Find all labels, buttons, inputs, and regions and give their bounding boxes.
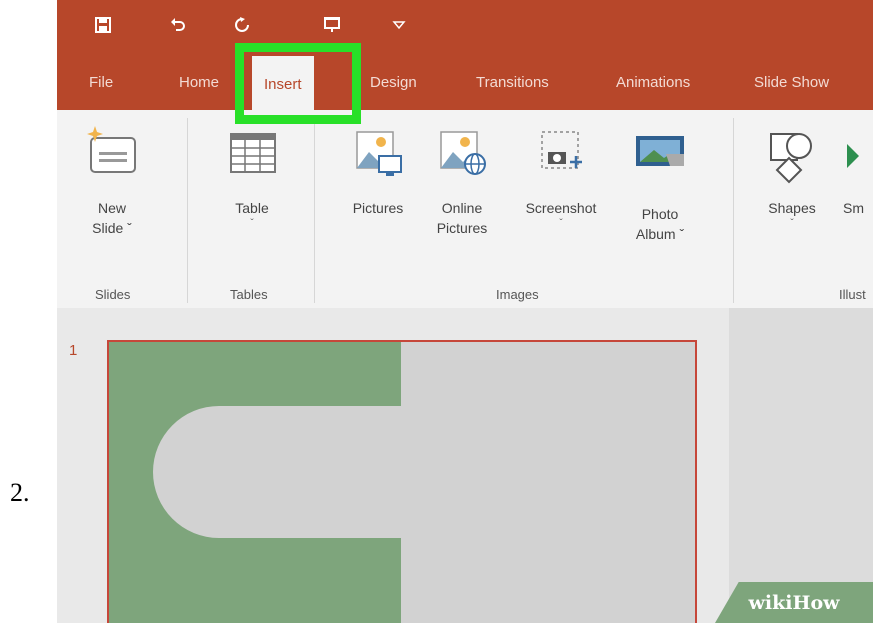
- tab-design[interactable]: Design: [370, 74, 417, 91]
- group-separator: [187, 118, 188, 303]
- group-label-tables: Tables: [230, 287, 268, 302]
- photo-album-icon: [636, 136, 684, 166]
- screenshot-caret: ˇ: [559, 218, 563, 229]
- screenshot-icon: [541, 131, 582, 169]
- slide-thumbnail-graphic: [109, 342, 695, 623]
- smartart-icon: [847, 144, 859, 168]
- tab-home[interactable]: Home: [179, 74, 219, 91]
- shapes-icon: [770, 133, 812, 184]
- screenshot-label: Screenshot: [525, 200, 597, 216]
- pictures-icon: [356, 131, 402, 176]
- photo-album-label-2: Album ˇ: [635, 226, 685, 242]
- pictures-label: Pictures: [352, 200, 404, 216]
- online-pictures-label-2: Pictures: [436, 220, 488, 236]
- insert-ribbon: New Slide ˇ Slides Table ˇ Tables Pictur…: [57, 110, 873, 309]
- table-caret: ˇ: [250, 218, 254, 229]
- undo-icon[interactable]: [165, 12, 191, 38]
- slide-number: 1: [69, 342, 78, 359]
- slides-pane: 1: [57, 308, 730, 623]
- screenshot-button[interactable]: Screenshot ˇ: [512, 124, 610, 230]
- wikihow-watermark: wikiHow: [715, 582, 873, 623]
- powerpoint-window: File Home Insert Design Transitions Anim…: [57, 0, 873, 623]
- table-label: Table: [235, 200, 269, 216]
- group-label-images: Images: [496, 287, 539, 302]
- title-bar: File Home Insert Design Transitions Anim…: [57, 0, 873, 110]
- online-pictures-label-1: Online: [441, 200, 483, 216]
- pictures-button[interactable]: Pictures: [343, 124, 413, 218]
- table-icon: [230, 133, 276, 173]
- redo-icon[interactable]: [229, 12, 255, 38]
- slide-thumbnail[interactable]: [107, 340, 697, 623]
- table-button[interactable]: Table ˇ: [217, 124, 287, 230]
- group-label-illustrations: Illust: [839, 287, 866, 302]
- save-icon[interactable]: [90, 12, 116, 38]
- photo-album-label-1: Photo: [641, 206, 679, 222]
- smartart-label: Sm: [843, 200, 864, 216]
- slide-editor: [729, 308, 873, 623]
- customize-dropdown-icon[interactable]: [386, 12, 412, 38]
- new-slide-icon: [87, 126, 136, 173]
- group-separator: [314, 118, 315, 303]
- step-number: 2.: [10, 478, 30, 507]
- present-icon[interactable]: [319, 12, 345, 38]
- group-separator: [733, 118, 734, 303]
- online-pictures-icon: [440, 131, 486, 175]
- tab-transitions[interactable]: Transitions: [476, 74, 549, 91]
- new-slide-button[interactable]: New Slide ˇ: [77, 124, 147, 238]
- shapes-label: Shapes: [768, 200, 816, 216]
- shapes-caret: ˇ: [790, 218, 794, 229]
- new-slide-label-2: Slide ˇ: [92, 220, 132, 236]
- tab-insert[interactable]: Insert: [252, 56, 314, 110]
- group-label-slides: Slides: [95, 287, 131, 302]
- smartart-button[interactable]: Sm: [843, 124, 873, 218]
- tab-file[interactable]: File: [89, 74, 113, 91]
- workspace: 1: [57, 308, 873, 623]
- tab-animations[interactable]: Animations: [616, 74, 690, 91]
- online-pictures-button[interactable]: Online Pictures: [427, 124, 497, 238]
- tab-slide-show[interactable]: Slide Show: [754, 74, 829, 91]
- photo-album-button[interactable]: Photo Album ˇ: [625, 124, 695, 244]
- new-slide-label-1: New: [97, 200, 126, 216]
- shapes-button[interactable]: Shapes ˇ: [757, 124, 827, 230]
